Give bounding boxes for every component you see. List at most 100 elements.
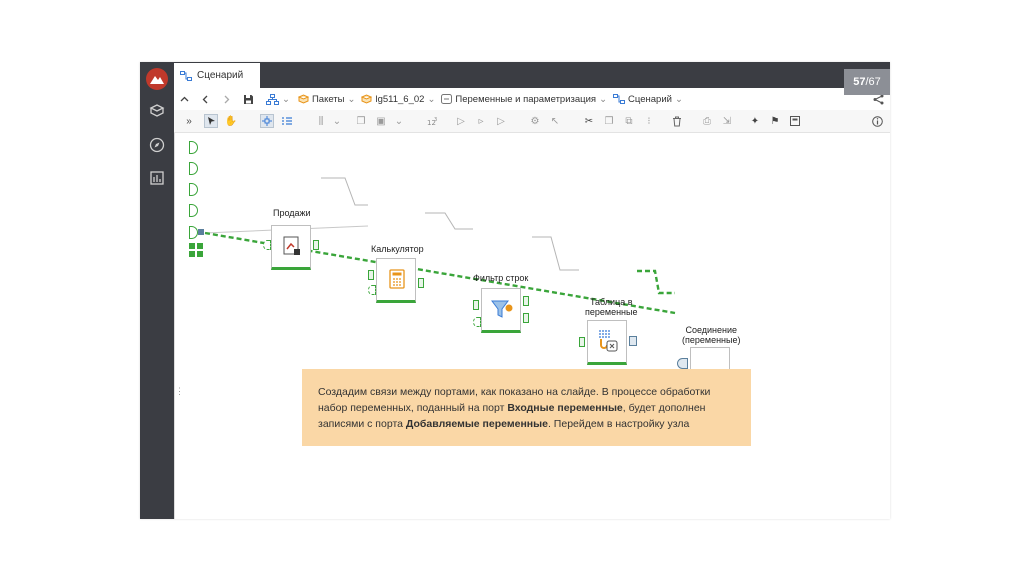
dataset-icon bbox=[283, 236, 300, 255]
breadcrumb-item-package[interactable]: lg511_6_02 ⌄ bbox=[361, 94, 435, 105]
duplicate-icon[interactable]: ⧉ bbox=[622, 114, 636, 128]
chevron-down-icon[interactable]: ⌄ bbox=[427, 94, 435, 105]
print-icon[interactable]: ⎙ bbox=[700, 114, 714, 128]
node-row-filter-output-port-1[interactable] bbox=[523, 296, 529, 306]
breadcrumb-label: Сценарий bbox=[628, 93, 672, 105]
node-row-filter-input-port[interactable] bbox=[473, 300, 479, 310]
table-to-variables-icon bbox=[599, 330, 618, 352]
pointer-icon[interactable] bbox=[204, 114, 218, 128]
list-view-icon[interactable] bbox=[280, 114, 294, 128]
cursor-icon[interactable]: ↖ bbox=[548, 114, 562, 128]
breadcrumb-label: lg511_6_02 bbox=[375, 93, 425, 105]
module-icon bbox=[441, 94, 453, 104]
chevron-down-icon[interactable]: ⌄ bbox=[330, 114, 344, 128]
node-calculator-var-port[interactable] bbox=[368, 285, 376, 295]
layers-icon[interactable]: ▣ bbox=[374, 114, 388, 128]
chevron-down-icon[interactable]: ⌄ bbox=[348, 94, 356, 105]
compass-icon[interactable] bbox=[145, 133, 169, 157]
breadcrumb-item-packages[interactable]: Пакеты ⌄ bbox=[297, 93, 356, 105]
copy-icon[interactable]: ❐ bbox=[354, 114, 368, 128]
node-sales[interactable] bbox=[271, 225, 311, 270]
link-calculator-filter bbox=[425, 212, 473, 230]
callout-bold-input-vars: Входные переменные bbox=[507, 402, 623, 414]
align-icon[interactable]: ⫼ bbox=[314, 114, 328, 128]
breadcrumb-item-variables[interactable]: Переменные и параметризация ⌄ bbox=[441, 94, 607, 105]
slide-total: 67 bbox=[868, 76, 881, 88]
chevron-up-icon[interactable] bbox=[180, 95, 189, 104]
node-row-filter-var-port[interactable] bbox=[473, 317, 481, 327]
forward-icon[interactable] bbox=[222, 95, 231, 104]
back-icon[interactable] bbox=[201, 95, 210, 104]
panel-icon[interactable] bbox=[788, 114, 802, 128]
node-table-to-vars-input-port[interactable] bbox=[579, 337, 585, 347]
node-calculator[interactable] bbox=[376, 258, 416, 303]
link-filter-table bbox=[532, 236, 579, 271]
run-icon[interactable]: ▷ bbox=[454, 114, 468, 128]
svg-text:3: 3 bbox=[434, 117, 437, 123]
toolbar: » ✋ ⫼ ⌄ ❐ ▣ ⌄ 12 3 ▷ ▹ ▷ ⚙ ↖ ✂ ❐ ⧉ ⁝ ⎙ ⇲ … bbox=[174, 110, 890, 133]
tab-scenario[interactable]: Сценарий bbox=[174, 63, 260, 88]
callout-bold-added-vars: Добавляемые переменные bbox=[405, 418, 548, 430]
node-label-line: (переменные) bbox=[682, 335, 741, 345]
package-icon bbox=[361, 94, 373, 104]
node-row-filter[interactable] bbox=[481, 288, 521, 333]
save-icon[interactable] bbox=[243, 94, 254, 105]
connections-layer bbox=[204, 177, 676, 315]
node-table-to-vars-var-output[interactable] bbox=[629, 336, 637, 346]
paste-icon[interactable]: ❐ bbox=[602, 114, 616, 128]
node-row-filter-output-port-2[interactable] bbox=[523, 313, 529, 323]
join-input-variables-port[interactable] bbox=[677, 358, 688, 369]
breadcrumb-label: Переменные и параметризация bbox=[455, 93, 597, 105]
node-label-row-filter: Фильтр строк bbox=[473, 273, 529, 283]
group-icon[interactable]: ⁝ bbox=[642, 114, 656, 128]
slide-counter: 57/67 bbox=[844, 69, 890, 95]
chevron-down-icon[interactable]: ⌄ bbox=[282, 94, 290, 105]
step-icon[interactable]: ▹ bbox=[474, 114, 488, 128]
chevron-down-icon[interactable]: ⌄ bbox=[599, 94, 607, 105]
package-icon bbox=[297, 94, 309, 104]
node-label-calculator: Калькулятор bbox=[371, 244, 424, 254]
workflow-canvas[interactable]: Продажи Калькулятор Фильтр строк Таблица… bbox=[174, 133, 890, 519]
pin-icon[interactable]: ✦ bbox=[748, 114, 762, 128]
node-sales-var-port[interactable] bbox=[263, 240, 271, 250]
run-to-icon[interactable]: ▷ bbox=[494, 114, 508, 128]
chevron-down-icon[interactable]: ⌄ bbox=[675, 94, 683, 105]
workflow-icon bbox=[613, 94, 626, 104]
logo-icon[interactable] bbox=[146, 68, 168, 90]
chevron-down-icon[interactable]: ⌄ bbox=[392, 114, 406, 128]
packages-icon[interactable] bbox=[145, 99, 169, 123]
expand-icon[interactable]: » bbox=[182, 114, 196, 128]
splitter-handle[interactable]: ⋮ bbox=[175, 386, 184, 397]
calculator-icon bbox=[389, 269, 405, 289]
instruction-callout: Создадим связи между портами, как показа… bbox=[302, 369, 751, 446]
flag-icon[interactable]: ⚑ bbox=[768, 114, 782, 128]
node-sales-output-port[interactable] bbox=[313, 240, 319, 250]
node-table-to-vars[interactable] bbox=[587, 320, 627, 365]
node-label-line: Соединение bbox=[685, 325, 738, 335]
link-sales-calculator bbox=[321, 177, 368, 206]
export-icon[interactable]: ⇲ bbox=[720, 114, 734, 128]
hand-icon[interactable]: ✋ bbox=[224, 114, 238, 128]
info-icon[interactable] bbox=[870, 114, 884, 128]
breadcrumb: ⌄ Пакеты ⌄ lg511_6_02 ⌄ Переменные и пар… bbox=[174, 88, 890, 111]
node-label-join: Соединение (переменные) bbox=[682, 325, 741, 345]
share-icon[interactable] bbox=[873, 94, 884, 105]
settings-icon[interactable]: ⚙ bbox=[528, 114, 542, 128]
tab-label: Сценарий bbox=[197, 70, 244, 81]
slide-current: 57 bbox=[853, 76, 866, 88]
breadcrumb-item-scenario[interactable]: Сценарий ⌄ bbox=[613, 94, 683, 105]
dashboard-icon[interactable] bbox=[145, 166, 169, 190]
node-calculator-output-port[interactable] bbox=[418, 278, 424, 288]
workflow-icon bbox=[180, 70, 192, 81]
trash-icon[interactable] bbox=[670, 114, 684, 128]
tree-icon[interactable]: ⌄ bbox=[266, 93, 290, 105]
filter-icon bbox=[491, 300, 513, 318]
breadcrumb-label: Пакеты bbox=[311, 93, 345, 105]
cut-icon[interactable]: ✂ bbox=[582, 114, 596, 128]
tab-strip: Сценарий bbox=[174, 62, 890, 88]
counter-icon[interactable]: 12 3 bbox=[426, 114, 440, 128]
node-view-icon[interactable] bbox=[260, 114, 274, 128]
node-calculator-input-port[interactable] bbox=[368, 270, 374, 280]
sidebar bbox=[140, 62, 174, 519]
node-label-line: Таблица в bbox=[589, 297, 633, 307]
